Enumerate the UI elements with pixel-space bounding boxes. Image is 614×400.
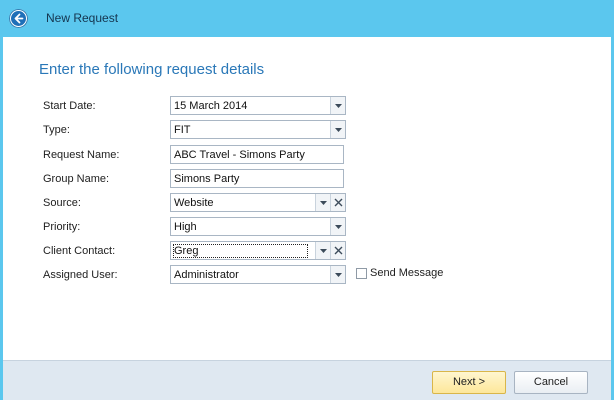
assigned-user-select[interactable]: Administrator (170, 265, 346, 284)
priority-select[interactable]: High (170, 217, 346, 236)
dropdown-arrow-icon[interactable] (315, 242, 330, 259)
group-name-input[interactable]: Simons Party (170, 169, 344, 188)
type-value: FIT (174, 124, 191, 136)
dropdown-arrow-icon[interactable] (330, 218, 345, 235)
title-bar: New Request (0, 0, 614, 37)
start-date-value: 15 March 2014 (174, 100, 248, 112)
dropdown-arrow-icon[interactable] (330, 266, 345, 283)
request-name-input[interactable]: ABC Travel - Simons Party (170, 145, 344, 164)
start-date-label: Start Date: (43, 100, 96, 112)
source-label: Source: (43, 197, 81, 209)
window-title: New Request (46, 11, 119, 25)
back-arrow-icon[interactable] (9, 9, 28, 28)
source-select[interactable]: Website (170, 193, 346, 212)
next-button[interactable]: Next > (432, 371, 506, 394)
dropdown-arrow-icon[interactable] (315, 194, 330, 211)
type-select[interactable]: FIT (170, 120, 346, 139)
clear-icon[interactable] (330, 194, 345, 211)
group-name-label: Group Name: (43, 173, 110, 185)
client-contact-value: Greg (173, 244, 308, 258)
clear-icon[interactable] (330, 242, 345, 259)
client-contact-select[interactable]: Greg (170, 241, 346, 260)
assigned-user-label: Assigned User: (43, 269, 118, 281)
cancel-button[interactable]: Cancel (514, 371, 588, 394)
send-message-label: Send Message (370, 267, 444, 279)
client-contact-label: Client Contact: (43, 245, 116, 257)
dropdown-arrow-icon[interactable] (330, 97, 345, 114)
assigned-user-value: Administrator (174, 269, 239, 281)
request-name-value: ABC Travel - Simons Party (174, 149, 305, 161)
button-bar: Next > Cancel (3, 360, 611, 400)
priority-value: High (174, 221, 197, 233)
source-value: Website (174, 197, 214, 209)
type-label: Type: (43, 124, 70, 136)
priority-label: Priority: (43, 221, 81, 233)
dropdown-arrow-icon[interactable] (330, 121, 345, 138)
form-panel: Enter the following request details Star… (3, 37, 611, 360)
request-name-label: Request Name: (43, 149, 120, 161)
start-date-picker[interactable]: 15 March 2014 (170, 96, 346, 115)
group-name-value: Simons Party (174, 173, 240, 185)
send-message-checkbox[interactable] (356, 268, 367, 279)
form-heading: Enter the following request details (39, 61, 265, 78)
